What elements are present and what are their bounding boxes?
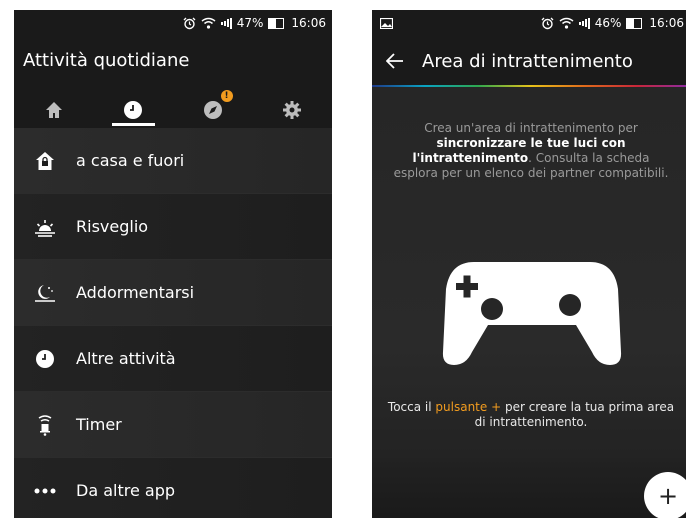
image-notification-icon <box>380 17 393 29</box>
more-icon <box>34 488 56 493</box>
tab-routines[interactable] <box>94 92 174 128</box>
signal-icon <box>578 17 590 29</box>
list-item-timer[interactable]: Timer <box>14 392 332 458</box>
list-item-label: Timer <box>76 415 122 434</box>
list-item-label: a casa e fuori <box>76 151 185 170</box>
daily-activities-screen: 47% 16:06 Attività quotidiane ! a casa e… <box>14 10 332 518</box>
list-item-wake-up[interactable]: Risveglio <box>14 194 332 260</box>
notification-badge: ! <box>220 90 233 102</box>
list-item-label: Addormentarsi <box>76 283 195 302</box>
tab-explore[interactable]: ! <box>173 90 253 128</box>
page-title: Area di intrattenimento <box>422 50 633 72</box>
sunrise-icon <box>35 219 55 237</box>
empty-state-panel: Crea un'area di intrattenimento per sinc… <box>372 87 686 518</box>
entertainment-area-screen: 46% 16:06 Area di intrattenimento Crea u… <box>372 10 686 518</box>
intro-text: Crea un'area di intrattenimento per sinc… <box>393 121 669 180</box>
hint-text: Tocca il pulsante + per creare la tua pr… <box>387 400 675 429</box>
status-bar: 46% 16:06 <box>372 10 686 36</box>
alarm-icon <box>183 17 196 30</box>
activity-list: a casa e fuori Risveglio Addormentarsi A… <box>14 128 332 518</box>
moon-icon <box>35 284 55 302</box>
battery-icon <box>268 17 286 29</box>
add-area-button[interactable]: + <box>644 472 686 518</box>
game-controller-icon <box>442 262 622 365</box>
back-arrow-icon[interactable] <box>386 53 404 69</box>
tab-bar: ! <box>14 90 333 128</box>
app-header: Area di intrattenimento <box>372 36 686 86</box>
list-item-label: Da altre app <box>76 481 176 500</box>
tab-settings[interactable] <box>253 92 333 128</box>
battery-percent: 47% <box>236 16 264 30</box>
page-title: Attività quotidiane <box>23 50 190 71</box>
clock-icon <box>124 101 143 119</box>
clock-time: 16:06 <box>291 16 326 30</box>
bottom-band <box>372 458 686 518</box>
list-item-other-apps[interactable]: Da altre app <box>14 458 332 518</box>
app-header: Attività quotidiane ! <box>14 36 332 128</box>
signal-icon <box>220 17 232 29</box>
battery-percent: 46% <box>594 16 622 30</box>
list-item-label: Altre attività <box>76 349 176 368</box>
wifi-icon <box>559 17 574 29</box>
list-item-label: Risveglio <box>76 217 149 236</box>
list-item-fall-asleep[interactable]: Addormentarsi <box>14 260 332 326</box>
timer-icon <box>38 414 52 436</box>
gear-icon <box>283 101 302 119</box>
hint-accent: pulsante + <box>435 400 502 414</box>
status-bar: 47% 16:06 <box>14 10 332 36</box>
battery-icon <box>626 17 644 29</box>
wifi-icon <box>201 17 216 29</box>
clock-time: 16:06 <box>649 16 684 30</box>
home-icon <box>45 102 62 118</box>
list-item-home-away[interactable]: a casa e fuori <box>14 128 332 194</box>
clock-icon <box>36 349 54 368</box>
home-lock-icon <box>36 151 54 170</box>
alarm-icon <box>541 17 554 30</box>
tab-home[interactable] <box>14 92 94 128</box>
explore-icon <box>203 101 222 119</box>
list-item-other-activities[interactable]: Altre attività <box>14 326 332 392</box>
